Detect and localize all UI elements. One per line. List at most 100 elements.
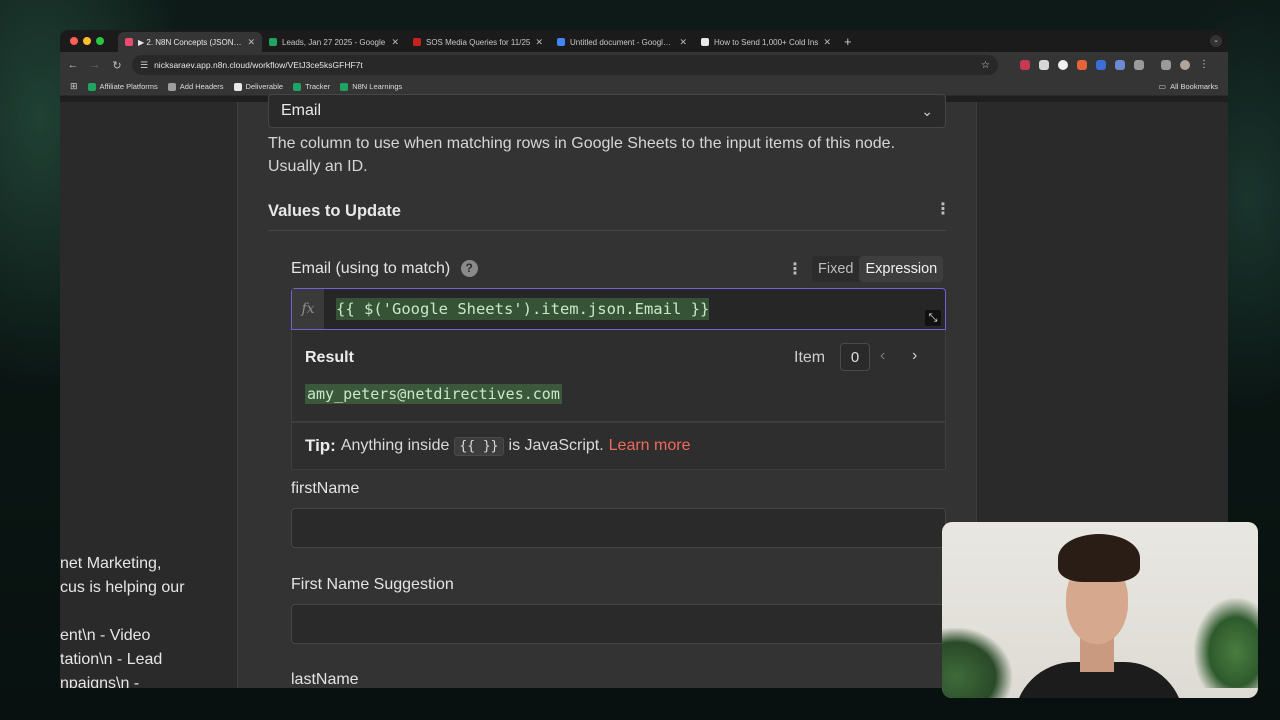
close-tab-icon[interactable]: ✕ — [679, 37, 687, 48]
expression-editor[interactable]: fx {{ $('Google Sheets').item.json.Email… — [291, 288, 946, 330]
sheets-icon — [293, 82, 302, 91]
forward-icon[interactable]: → — [88, 59, 102, 71]
reload-icon[interactable]: ↻ — [110, 59, 124, 72]
presenter-hair — [1058, 534, 1140, 582]
first-name-suggestion-input[interactable] — [291, 604, 946, 644]
bookmark-label: N8N Learnings — [352, 82, 403, 91]
email-field-label: Email (using to match) ? — [291, 260, 478, 278]
tab-title: SOS Media Queries for 11/25 — [426, 37, 531, 47]
partial-input-text: net Marketing, cus is helping our ent\n … — [60, 555, 185, 688]
tab-favicon-icon — [125, 38, 133, 46]
tab-favicon-icon — [557, 38, 565, 46]
window-controls — [60, 37, 118, 45]
item-index-input[interactable]: 0 — [840, 343, 870, 371]
all-bookmarks-button[interactable]: ▭ All Bookmarks — [1159, 82, 1219, 91]
doc-icon — [233, 82, 242, 91]
bookmark-item[interactable]: Tracker — [293, 82, 330, 91]
bookmark-label: Tracker — [305, 82, 331, 91]
close-tab-icon[interactable]: ✕ — [823, 37, 831, 48]
firstname-label: firstName — [291, 480, 360, 497]
email-field-label-text: Email (using to match) — [291, 260, 451, 277]
tab-title: Leads, Jan 27 2025 - Google — [282, 37, 386, 47]
webcam-overlay — [942, 522, 1258, 698]
new-tab-button[interactable]: + — [838, 34, 852, 49]
column-to-match-value: Email — [281, 102, 322, 119]
extensions-puzzle-icon[interactable] — [1134, 60, 1144, 70]
section-options-icon[interactable]: ⋮ — [935, 202, 951, 218]
profile-avatar[interactable] — [1180, 60, 1190, 70]
address-bar[interactable]: ☰ nicksaraev.app.n8n.cloud/workflow/VEtJ… — [132, 55, 998, 75]
bookmark-label: Deliverable — [245, 82, 284, 91]
bookmark-star-icon[interactable]: ☆ — [981, 60, 990, 71]
section-title: Values to Update — [268, 202, 401, 220]
learn-more-link[interactable]: Learn more — [609, 437, 691, 455]
bookmark-item[interactable]: Affiliate Platforms — [87, 82, 158, 91]
help-icon[interactable]: ? — [460, 260, 478, 278]
expression-result: Result Item 0 ‹ › amy_peters@netdirectiv… — [291, 330, 946, 422]
result-value: amy_peters@netdirectives.com — [305, 384, 562, 404]
extension-icon[interactable] — [1077, 60, 1087, 70]
browser-tab[interactable]: Untitled document - Google D ✕ — [550, 32, 694, 52]
bookmark-label: Affiliate Platforms — [99, 82, 158, 91]
browser-tab[interactable]: ▶ 2. N8N Concepts (JSON, D ✕ — [118, 32, 262, 52]
tip-text-before: Anything inside — [340, 437, 450, 454]
site-settings-icon[interactable]: ☰ — [140, 60, 148, 71]
tab-favicon-icon — [413, 38, 421, 46]
tab-title: How to Send 1,000+ Cold Ins — [714, 37, 819, 47]
column-to-match-select[interactable]: Email ⌄ — [268, 94, 946, 128]
browser-tab[interactable]: Leads, Jan 27 2025 - Google ✕ — [262, 32, 406, 52]
close-tab-icon[interactable]: ✕ — [535, 37, 543, 48]
plant-decoration — [1194, 598, 1258, 688]
chevron-left-icon[interactable]: ‹ — [880, 347, 885, 365]
sheets-icon — [87, 82, 96, 91]
result-title: Result — [305, 349, 354, 366]
divider — [268, 230, 946, 231]
browser-tab[interactable]: SOS Media Queries for 11/25 ✕ — [406, 32, 550, 52]
extension-icon[interactable] — [1058, 60, 1068, 70]
column-hint: The column to use when matching rows in … — [268, 135, 896, 175]
minimize-window-button[interactable] — [83, 37, 91, 45]
extension-icon[interactable] — [1096, 60, 1106, 70]
fixed-mode-tab[interactable]: Fixed — [812, 256, 859, 282]
bookmark-item[interactable]: N8N Learnings — [340, 82, 402, 91]
extension-icon[interactable] — [1020, 60, 1030, 70]
expression-code[interactable]: {{ $('Google Sheets').item.json.Email }} — [324, 298, 710, 320]
tip-label: Tip: — [305, 436, 336, 455]
chevron-right-icon[interactable]: › — [912, 347, 917, 365]
tab-search-icon[interactable]: ⌄ — [1210, 35, 1222, 47]
bookmark-label: Add Headers — [179, 82, 224, 91]
bookmark-item[interactable]: Deliverable — [233, 82, 284, 91]
lastname-label: lastName — [291, 671, 359, 688]
first-name-suggestion-label: First Name Suggestion — [291, 576, 454, 593]
extension-icon[interactable] — [1039, 60, 1049, 70]
field-options-icon[interactable]: ⋮ — [787, 262, 803, 278]
expression-text: {{ $('Google Sheets').item.json.Email }} — [336, 298, 710, 320]
all-bookmarks-label: All Bookmarks — [1170, 82, 1218, 91]
browser-menu-icon[interactable]: ⋮ — [1199, 60, 1209, 70]
close-window-button[interactable] — [70, 37, 78, 45]
fx-icon: fx — [292, 289, 324, 329]
folder-icon: ▭ — [1158, 82, 1167, 91]
extensions-bar: ⋮ — [1020, 60, 1209, 70]
close-tab-icon[interactable]: ✕ — [391, 37, 399, 48]
back-icon[interactable]: ← — [66, 59, 80, 71]
tip-code: {{ }} — [454, 436, 504, 456]
tab-title: Untitled document - Google D — [570, 37, 675, 47]
fixed-expression-toggle: Fixed Expression — [812, 256, 944, 282]
expand-editor-icon[interactable]: ⤡ — [925, 310, 941, 326]
firstname-input[interactable] — [291, 508, 946, 548]
item-label: Item — [794, 349, 826, 366]
url-text: nicksaraev.app.n8n.cloud/workflow/VEtJ3c… — [154, 60, 363, 70]
maximize-window-button[interactable] — [96, 37, 104, 45]
gear-icon — [167, 82, 176, 91]
download-icon[interactable] — [1161, 60, 1171, 70]
extension-icon[interactable] — [1115, 60, 1125, 70]
background-canvas: net Marketing, cus is helping our ent\n … — [60, 102, 237, 688]
apps-grid-icon[interactable]: ⊞ — [70, 81, 78, 92]
expression-mode-tab[interactable]: Expression — [859, 256, 944, 282]
sheets-icon — [340, 82, 349, 91]
tab-title: ▶ 2. N8N Concepts (JSON, D — [138, 37, 243, 47]
close-tab-icon[interactable]: ✕ — [247, 37, 255, 48]
bookmark-item[interactable]: Add Headers — [167, 82, 224, 91]
browser-tab[interactable]: How to Send 1,000+ Cold Ins ✕ — [694, 32, 838, 52]
